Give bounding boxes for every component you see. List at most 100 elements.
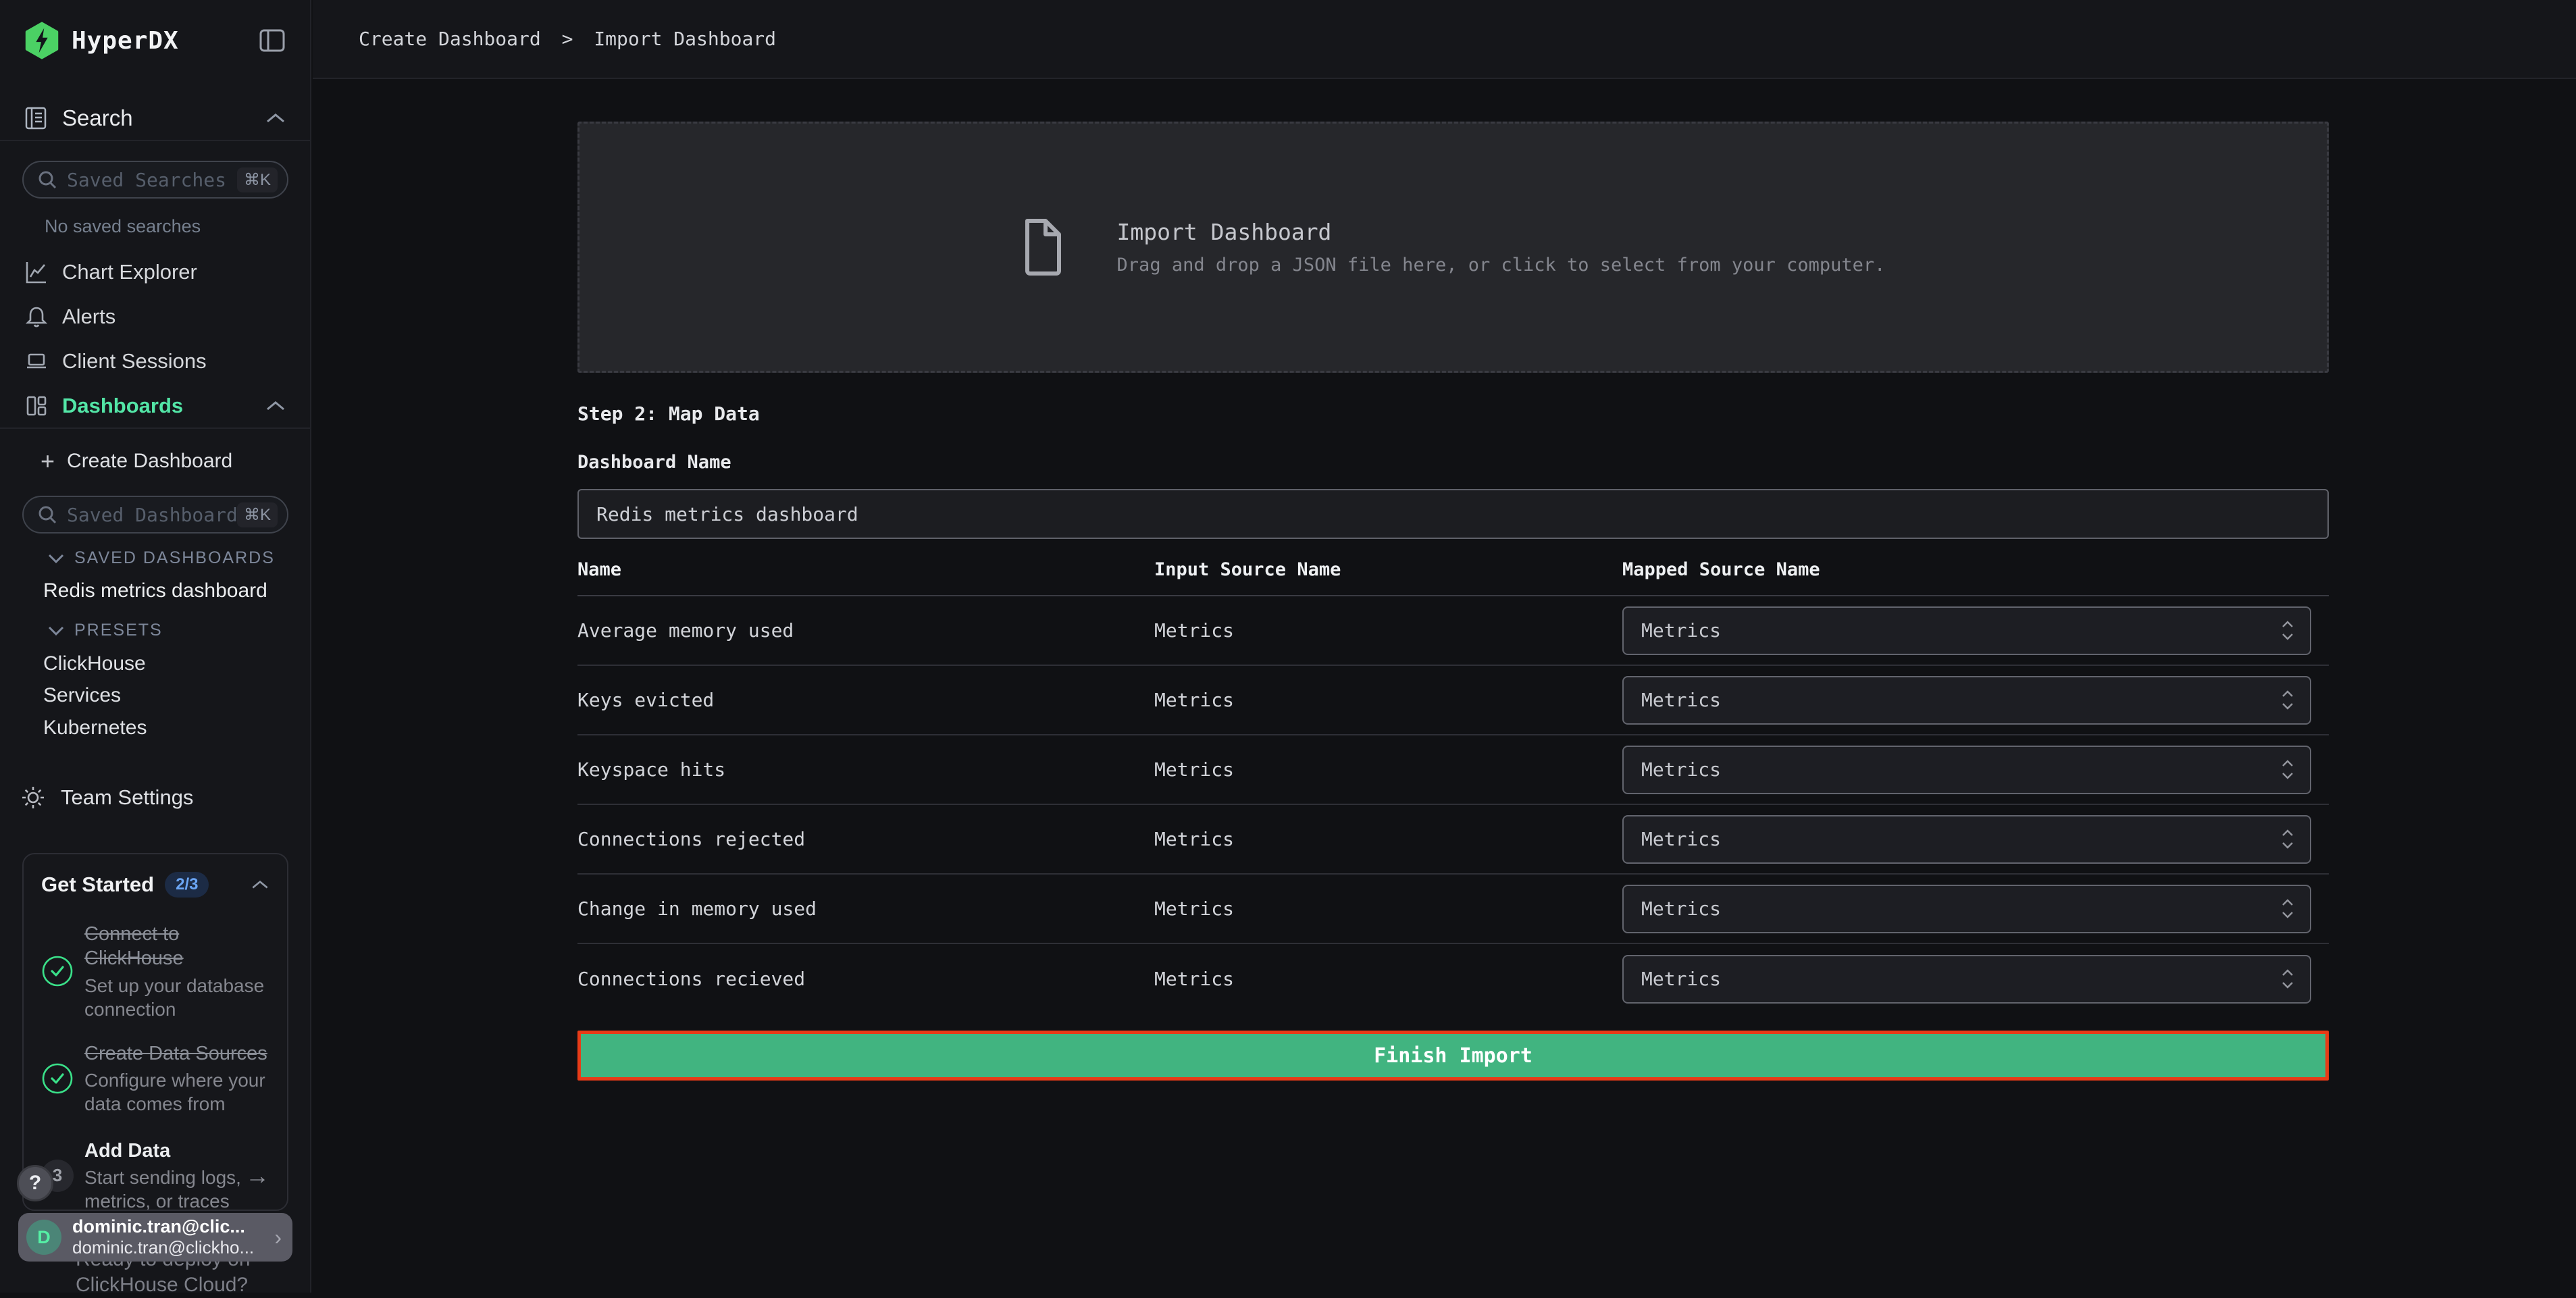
select-value: Metrics	[1641, 619, 1721, 642]
user-email: dominic.tran@clickho...	[72, 1237, 269, 1258]
breadcrumb-import-dashboard: Import Dashboard	[594, 28, 776, 50]
saved-dashboards-group[interactable]: SAVED DASHBOARDS	[47, 548, 275, 568]
create-dashboard-label: Create Dashboard	[67, 450, 232, 473]
row-input-source: Metrics	[1154, 758, 1622, 781]
help-button[interactable]: ?	[17, 1165, 53, 1201]
get-started-item-connect[interactable]: Connect to ClickHouse Set up your databa…	[41, 922, 269, 1021]
breadcrumb-create-dashboard[interactable]: Create Dashboard	[359, 28, 541, 50]
mapped-source-select[interactable]: Metrics	[1622, 955, 2311, 1004]
select-value: Metrics	[1641, 758, 1721, 781]
table-header-row: Name Input Source Name Mapped Source Nam…	[577, 559, 2329, 596]
mapped-source-select[interactable]: Metrics	[1622, 606, 2311, 655]
select-value: Metrics	[1641, 968, 1721, 990]
sidebar-item-chart-explorer[interactable]: Chart Explorer	[0, 250, 310, 294]
search-icon	[37, 170, 57, 190]
row-name: Average memory used	[577, 619, 1154, 642]
row-input-source: Metrics	[1154, 898, 1622, 920]
saved-dashboards-search: ⌘K	[22, 496, 288, 534]
search-section-icon	[24, 107, 47, 130]
dropzone-title: Import Dashboard	[1117, 219, 1886, 245]
sidebar-item-clickhouse[interactable]: ClickHouse	[43, 652, 146, 675]
saved-searches-shortcut: ⌘K	[237, 167, 278, 192]
sidebar-section-search[interactable]: Search	[0, 96, 310, 141]
chevron-right-icon: ›	[274, 1225, 282, 1250]
main-content: Import Dashboard Drag and drop a JSON fi…	[577, 79, 2329, 1081]
check-circle-icon	[41, 955, 74, 987]
saved-dashboards-input[interactable]	[67, 504, 237, 526]
dashboards-icon	[24, 394, 49, 418]
breadcrumb-separator: >	[562, 28, 573, 50]
no-saved-searches-text: No saved searches	[45, 216, 201, 237]
get-started-card: Get Started 2/3 Connect to ClickHouse Se…	[22, 853, 288, 1211]
search-icon	[37, 504, 57, 525]
get-started-title: Get Started	[41, 873, 154, 897]
get-started-header[interactable]: Get Started 2/3	[41, 872, 269, 898]
check-circle-icon	[41, 1062, 74, 1095]
select-caret-icons	[2282, 899, 2294, 918]
saved-searches-search: ⌘K	[22, 161, 288, 199]
mapped-source-select[interactable]: Metrics	[1622, 676, 2311, 725]
presets-group[interactable]: PRESETS	[47, 621, 163, 640]
saved-dashboards-shortcut: ⌘K	[237, 502, 278, 527]
hyperdx-logo-icon	[24, 22, 59, 59]
sidebar-item-redis-dashboard[interactable]: Redis metrics dashboard	[43, 579, 267, 602]
mapped-source-select[interactable]: Metrics	[1622, 885, 2311, 933]
sidebar-item-alerts[interactable]: Alerts	[0, 294, 310, 339]
team-settings-button[interactable]: Team Settings	[0, 778, 310, 817]
row-input-source: Metrics	[1154, 968, 1622, 990]
breadcrumb: Create Dashboard > Import Dashboard	[359, 28, 776, 50]
row-name: Connections rejected	[577, 828, 1154, 850]
get-started-item-title: Connect to ClickHouse	[84, 922, 268, 971]
sidebar-item-label: Chart Explorer	[62, 260, 197, 284]
bell-icon	[24, 305, 49, 329]
step-title: Step 2: Map Data	[577, 403, 2329, 425]
select-caret-icons	[2282, 969, 2294, 989]
row-name: Keys evicted	[577, 689, 1154, 711]
select-caret-icons	[2282, 621, 2294, 640]
table-row: Connections rejected Metrics Metrics	[577, 805, 2329, 875]
get-started-item-add-data[interactable]: 3 Add Data Start sending logs, metrics, …	[41, 1139, 269, 1211]
mapped-source-select[interactable]: Metrics	[1622, 815, 2311, 864]
laptop-icon	[24, 349, 49, 373]
table-row: Change in memory used Metrics Metrics	[577, 875, 2329, 944]
get-started-item-sources[interactable]: Create Data Sources Configure where your…	[41, 1041, 269, 1116]
dashboard-name-label: Dashboard Name	[577, 452, 2329, 473]
chevron-up-icon	[265, 400, 286, 412]
sidebar-item-label: Dashboards	[62, 394, 183, 418]
chart-explorer-icon	[24, 260, 49, 284]
row-input-source: Metrics	[1154, 689, 1622, 711]
create-dashboard-button[interactable]: + Create Dashboard	[0, 440, 310, 482]
sidebar-item-dashboards[interactable]: Dashboards	[0, 384, 310, 428]
get-started-item-title: Add Data	[84, 1139, 245, 1163]
chevron-up-icon	[251, 879, 269, 890]
select-value: Metrics	[1641, 689, 1721, 711]
dashboard-name-input[interactable]	[577, 489, 2329, 539]
row-name: Keyspace hits	[577, 758, 1154, 781]
logo-row: HyperDX	[0, 0, 310, 81]
sidebar-item-client-sessions[interactable]: Client Sessions	[0, 339, 310, 384]
chevron-up-icon	[265, 112, 286, 124]
table-row: Keys evicted Metrics Metrics	[577, 666, 2329, 735]
table-row: Keyspace hits Metrics Metrics	[577, 735, 2329, 805]
get-started-item-desc: Configure where your data comes from	[84, 1068, 268, 1116]
finish-import-button[interactable]: Finish Import	[577, 1031, 2329, 1081]
select-caret-icons	[2282, 829, 2294, 849]
row-name: Change in memory used	[577, 898, 1154, 920]
user-menu[interactable]: D dominic.tran@clic... dominic.tran@clic…	[18, 1213, 292, 1262]
row-input-source: Metrics	[1154, 828, 1622, 850]
chevron-down-icon	[47, 625, 65, 636]
mapped-source-select[interactable]: Metrics	[1622, 746, 2311, 794]
saved-searches-input[interactable]	[67, 169, 237, 191]
table-row: Connections recieved Metrics Metrics	[577, 944, 2329, 1014]
select-caret-icons	[2282, 690, 2294, 710]
saved-dashboards-group-label: SAVED DASHBOARDS	[74, 548, 275, 568]
column-header-name: Name	[577, 559, 1154, 580]
gear-icon	[20, 785, 46, 810]
sidebar-toggle-icon[interactable]	[259, 28, 286, 53]
arrow-right-icon: →	[245, 1162, 269, 1190]
import-dropzone[interactable]: Import Dashboard Drag and drop a JSON fi…	[577, 122, 2329, 373]
sidebar-item-kubernetes[interactable]: Kubernetes	[43, 717, 147, 739]
get-started-item-title: Create Data Sources	[84, 1041, 268, 1066]
sidebar-item-services[interactable]: Services	[43, 684, 121, 707]
sidebar-nav: Chart Explorer Alerts Client Sessions Da…	[0, 250, 310, 428]
